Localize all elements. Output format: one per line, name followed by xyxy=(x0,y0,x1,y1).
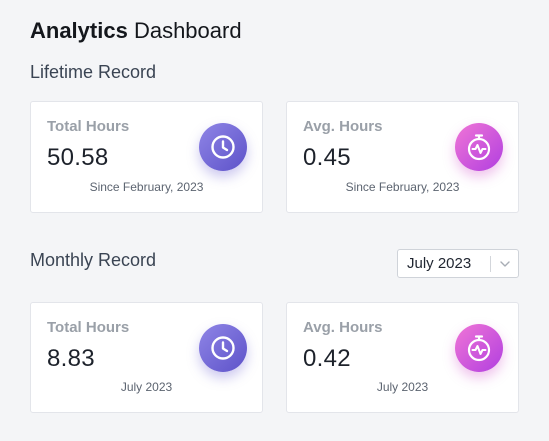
chevron-down-icon[interactable] xyxy=(491,260,518,267)
monthly-avg-hours-card: Avg. Hours 0.42 July 2023 xyxy=(286,302,519,413)
lifetime-record-heading: Lifetime Record xyxy=(30,62,157,82)
clock-icon xyxy=(199,123,247,171)
month-select-value: July 2023 xyxy=(407,255,472,272)
stopwatch-icon xyxy=(455,123,503,171)
month-select[interactable]: July 2023 xyxy=(397,249,519,278)
monthly-record-heading: Monthly Record xyxy=(30,250,157,270)
card-footnote: July 2023 xyxy=(376,380,429,394)
card-footnote: Since February, 2023 xyxy=(89,180,204,194)
card-value: 0.45 xyxy=(303,144,351,171)
analytics-dashboard: Analytics Dashboard Lifetime Record Tota… xyxy=(0,0,549,441)
card-label: Avg. Hours xyxy=(303,118,383,135)
card-footnote: July 2023 xyxy=(120,380,173,394)
lifetime-total-hours-card: Total Hours 50.58 Since February, 2023 xyxy=(30,101,263,213)
page-title: Analytics Dashboard xyxy=(30,17,242,45)
card-label: Total Hours xyxy=(47,118,130,135)
page-title-rest: Dashboard xyxy=(133,18,242,43)
card-value: 8.83 xyxy=(47,345,95,372)
clock-icon xyxy=(199,324,247,372)
monthly-total-hours-card: Total Hours 8.83 July 2023 xyxy=(30,302,263,413)
card-label: Avg. Hours xyxy=(303,319,383,336)
stopwatch-icon xyxy=(455,324,503,372)
card-value: 50.58 xyxy=(47,144,109,171)
card-value: 0.42 xyxy=(303,345,351,372)
page-title-bold: Analytics xyxy=(30,18,128,43)
lifetime-avg-hours-card: Avg. Hours 0.45 Since February, 2023 xyxy=(286,101,519,213)
card-label: Total Hours xyxy=(47,319,130,336)
card-footnote: Since February, 2023 xyxy=(345,180,460,194)
